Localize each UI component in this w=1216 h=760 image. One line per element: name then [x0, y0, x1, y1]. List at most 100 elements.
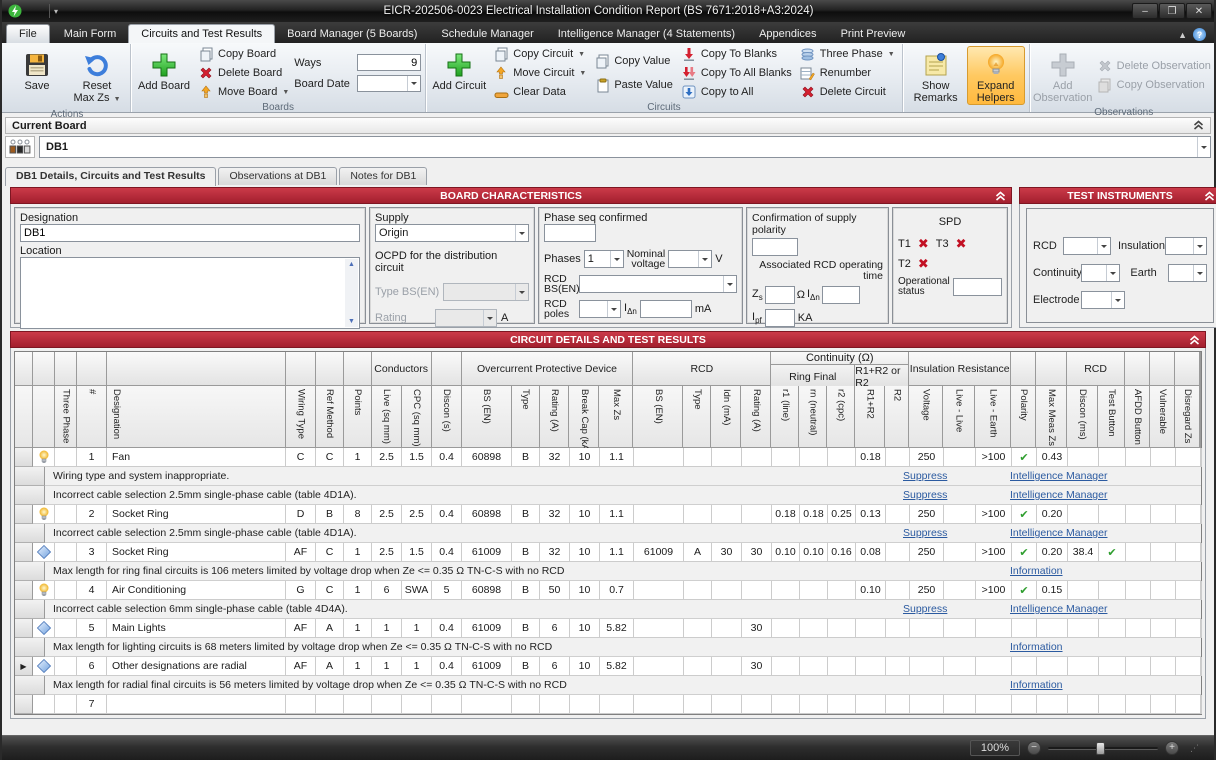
cell-ll[interactable]: [944, 448, 976, 467]
move-circuit-button[interactable]: Move Circuit ▼: [490, 65, 589, 81]
board-date-combo[interactable]: [357, 75, 421, 92]
ti-electrode-combo[interactable]: [1081, 291, 1125, 309]
cell-cpc[interactable]: SWA: [402, 581, 432, 600]
cell-opd_bs[interactable]: 61009: [462, 543, 512, 562]
cell-opd_rating[interactable]: 32: [540, 543, 570, 562]
cell-rn[interactable]: 0.10: [800, 543, 828, 562]
cell-opd_maxzs[interactable]: [600, 695, 634, 714]
cell-rcd_bs[interactable]: [634, 505, 684, 524]
cell-R2[interactable]: [886, 505, 910, 524]
cell-opd_type[interactable]: B: [512, 619, 540, 638]
cell-opd_rating[interactable]: 6: [540, 619, 570, 638]
cell-ref[interactable]: C: [316, 581, 344, 600]
phases-combo[interactable]: 1: [584, 250, 624, 268]
quick-access-toolbar[interactable]: [24, 4, 50, 18]
cell-cpc[interactable]: 2.5: [402, 505, 432, 524]
cell-opd_maxzs[interactable]: 5.82: [600, 657, 634, 676]
cell-maxmeas[interactable]: 0.43: [1037, 448, 1068, 467]
phase-seq-input[interactable]: [544, 224, 596, 242]
cell-rcd_idn[interactable]: 30: [712, 543, 742, 562]
cell-rcd_type[interactable]: [684, 448, 712, 467]
zoom-in-button[interactable]: +: [1165, 741, 1179, 755]
cell-designation[interactable]: Socket Ring: [107, 505, 286, 524]
cell-points[interactable]: 1: [344, 619, 372, 638]
cell-discon_ms[interactable]: [1068, 695, 1099, 714]
cell-le[interactable]: [976, 657, 1012, 676]
cell-discon[interactable]: 0.4: [432, 448, 462, 467]
cell-wiring[interactable]: C: [286, 448, 316, 467]
ways-input[interactable]: [357, 54, 421, 71]
cell-r1[interactable]: [772, 619, 800, 638]
helper-bulb-icon[interactable]: [33, 505, 55, 524]
cell-live[interactable]: 1: [372, 657, 402, 676]
cell-discon_ms[interactable]: [1068, 581, 1099, 600]
cell-cpc[interactable]: [402, 695, 432, 714]
cell-discon[interactable]: [432, 695, 462, 714]
collapse-chevron-icon[interactable]: [1189, 335, 1200, 346]
row-selector[interactable]: [15, 543, 33, 562]
helper-info-icon[interactable]: [33, 657, 55, 676]
cell-rcd_bs[interactable]: [634, 619, 684, 638]
ipf-input[interactable]: [765, 309, 795, 327]
cell-opd_maxzs[interactable]: 5.82: [600, 619, 634, 638]
cell-opd_bs[interactable]: 60898: [462, 448, 512, 467]
cell-polarity[interactable]: ✔: [1012, 581, 1037, 600]
cell-vuln[interactable]: [1151, 581, 1176, 600]
cell-rcd_idn[interactable]: [712, 581, 742, 600]
cell-vuln[interactable]: [1151, 657, 1176, 676]
ti-insulation-combo[interactable]: [1165, 237, 1207, 255]
cell-polarity[interactable]: ✔: [1012, 505, 1037, 524]
cell-points[interactable]: 1: [344, 657, 372, 676]
save-button[interactable]: Save: [8, 46, 66, 107]
cell-testbtn[interactable]: [1099, 448, 1126, 467]
cell-opd_break[interactable]: 10: [570, 543, 600, 562]
cell-rcd_type[interactable]: [684, 619, 712, 638]
cell-disr[interactable]: [1176, 581, 1201, 600]
ti-earth-combo[interactable]: [1168, 264, 1207, 282]
helper-bulb-icon[interactable]: [33, 581, 55, 600]
cell-vuln[interactable]: [1151, 505, 1176, 524]
intelligence-manager-link[interactable]: Intelligence Manager: [1010, 489, 1107, 501]
cell-rn[interactable]: [800, 657, 828, 676]
cell-maxmeas[interactable]: 0.20: [1037, 505, 1068, 524]
cell-testbtn[interactable]: [1099, 619, 1126, 638]
cell-points[interactable]: 1: [344, 448, 372, 467]
reset-max-zs-button[interactable]: Reset Max Zs ▼: [68, 46, 126, 107]
cell-ref[interactable]: B: [316, 505, 344, 524]
information-link[interactable]: Information: [1010, 565, 1063, 577]
cell-num[interactable]: 5: [77, 619, 107, 638]
menu-tab-circuits-and-test-results[interactable]: Circuits and Test Results: [128, 24, 275, 43]
cell-disr[interactable]: [1176, 448, 1201, 467]
cell-opd_break[interactable]: 10: [570, 448, 600, 467]
cell-designation[interactable]: Fan: [107, 448, 286, 467]
intelligence-manager-link[interactable]: Intelligence Manager: [1010, 470, 1107, 482]
cell-three_phase[interactable]: [55, 543, 77, 562]
help-icon[interactable]: ?: [1193, 28, 1206, 41]
cell-opd_maxzs[interactable]: 0.7: [600, 581, 634, 600]
close-button[interactable]: ✕: [1186, 3, 1212, 19]
suppress-link[interactable]: Suppress: [903, 489, 947, 501]
cell-wiring[interactable]: AF: [286, 543, 316, 562]
cell-afdd[interactable]: [1126, 695, 1151, 714]
cell-testbtn[interactable]: [1099, 657, 1126, 676]
copy-to-blanks-button[interactable]: Copy To Blanks: [678, 46, 795, 62]
cell-afdd[interactable]: [1126, 543, 1151, 562]
cell-r1r2[interactable]: 0.18: [856, 448, 886, 467]
cell-rn[interactable]: [800, 581, 828, 600]
cell-designation[interactable]: Main Lights: [107, 619, 286, 638]
cell-num[interactable]: 3: [77, 543, 107, 562]
zoom-slider-thumb[interactable]: [1096, 742, 1105, 755]
cell-voltage[interactable]: 250: [910, 505, 944, 524]
cell-discon[interactable]: 0.4: [432, 619, 462, 638]
cell-disr[interactable]: [1176, 695, 1201, 714]
cell-rcd_rating[interactable]: [742, 581, 772, 600]
cell-r2[interactable]: [828, 581, 856, 600]
cell-points[interactable]: [344, 695, 372, 714]
suppress-link[interactable]: Suppress: [903, 527, 947, 539]
cell-three_phase[interactable]: [55, 657, 77, 676]
cell-r1[interactable]: 0.10: [772, 543, 800, 562]
cell-num[interactable]: 1: [77, 448, 107, 467]
cell-voltage[interactable]: 250: [910, 448, 944, 467]
cell-vuln[interactable]: [1151, 448, 1176, 467]
cell-rcd_idn[interactable]: [712, 505, 742, 524]
